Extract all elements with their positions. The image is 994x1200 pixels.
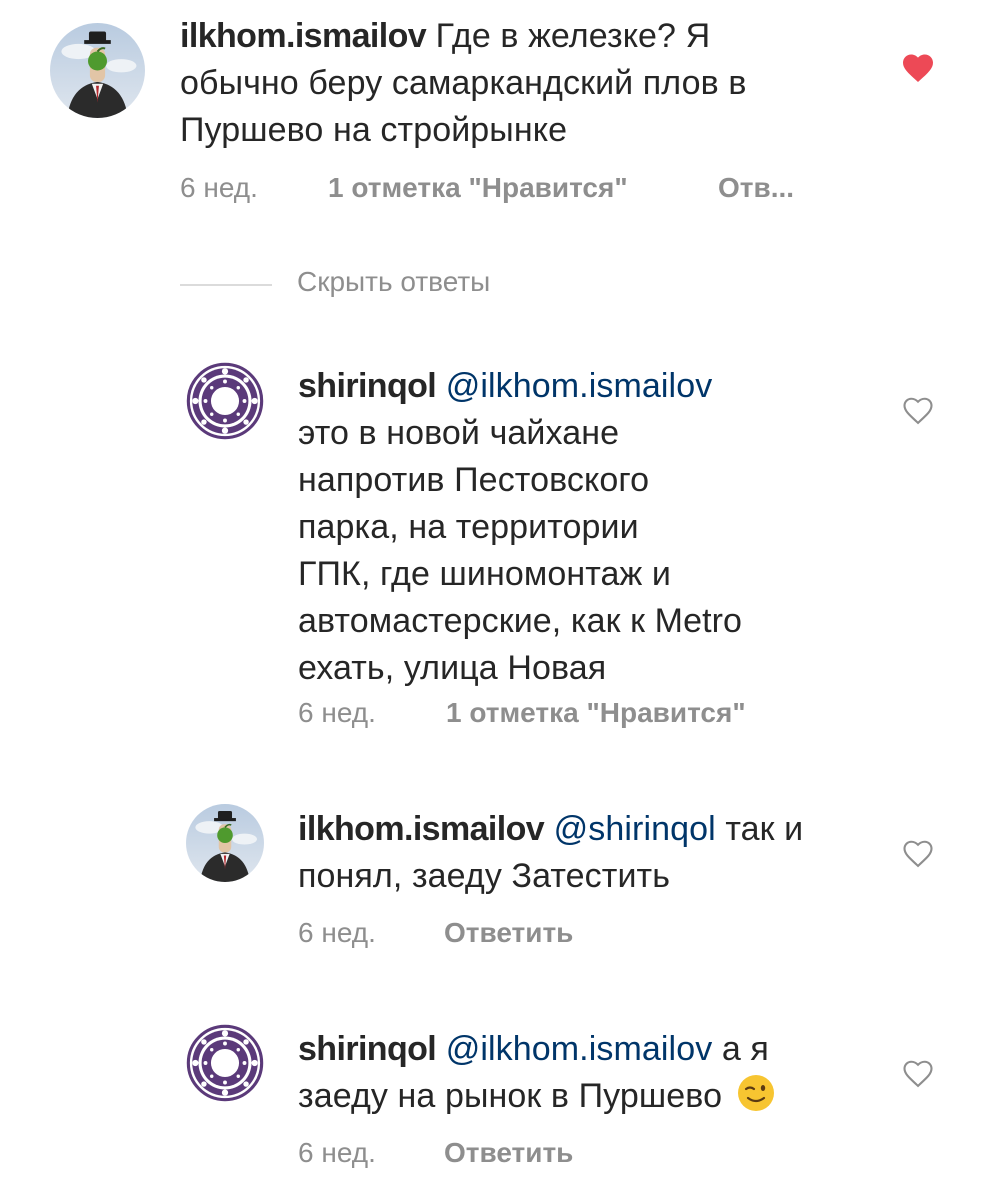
- like-heart-icon[interactable]: [900, 50, 936, 86]
- comment-text-line: автомастерские, как к Metro: [298, 602, 743, 640]
- comment-body: shirinqol @ilkhom.ismailov это в новой ч…: [298, 363, 858, 692]
- comment-meta: 6 нед. 1 отметка "Нравится": [298, 697, 898, 733]
- like-heart-outline-icon[interactable]: [900, 1055, 936, 1091]
- reply-item: ilkhom.ismailov @shirinqol так и понял, …: [0, 790, 994, 970]
- comment-timestamp: 6 нед.: [298, 697, 376, 728]
- mention-link[interactable]: @ilkhom.ismailov: [446, 1030, 713, 1068]
- comment-username[interactable]: ilkhom.ismailov: [298, 810, 545, 848]
- comment-body: ilkhom.ismailov Где в железке? Я обычно …: [180, 13, 880, 154]
- hide-replies-toggle[interactable]: Скрыть ответы: [180, 266, 680, 306]
- likes-count-link[interactable]: 1 отметка "Нравится": [446, 697, 746, 729]
- comment-text-line: понял, заеду Затестить: [298, 857, 671, 895]
- comment-text-line: Пуршево на стройрынке: [180, 111, 568, 149]
- reply-button[interactable]: Ответить: [444, 1137, 573, 1169]
- like-heart-outline-icon[interactable]: [900, 392, 936, 428]
- reply-item: shirinqol @ilkhom.ismailov а я заеду на …: [0, 1012, 994, 1200]
- comment-timestamp: 6 нед.: [180, 172, 258, 203]
- comment-text-line: обычно беру самаркандский плов в: [180, 64, 747, 102]
- ornament-avatar-icon: [186, 362, 264, 440]
- comment-meta: 6 нед. Ответить: [298, 1137, 898, 1173]
- comment-username[interactable]: shirinqol: [298, 367, 437, 405]
- comment-text-line: парка, на территории: [298, 508, 639, 546]
- comment-text-line: так и: [725, 810, 804, 848]
- avatar[interactable]: [186, 1024, 264, 1102]
- comment-username[interactable]: ilkhom.ismailov: [180, 17, 427, 55]
- comment-body: shirinqol @ilkhom.ismailov а я заеду на …: [298, 1026, 878, 1120]
- like-heart-outline-icon[interactable]: [900, 835, 936, 871]
- comment-text-line: ехать, улица Новая: [298, 649, 607, 687]
- ornament-avatar-icon: [186, 1024, 264, 1102]
- hide-replies-label[interactable]: Скрыть ответы: [297, 266, 490, 298]
- divider: [180, 284, 272, 286]
- comment-text-line: а я: [721, 1030, 769, 1068]
- comment-body: ilkhom.ismailov @shirinqol так и понял, …: [298, 806, 878, 900]
- comment-text-line: напротив Пестовского: [298, 461, 650, 499]
- avatar[interactable]: [50, 23, 145, 118]
- comment-timestamp: 6 нед.: [298, 917, 376, 948]
- comment-timestamp: 6 нед.: [298, 1137, 376, 1168]
- likes-count-link[interactable]: 1 отметка "Нравится": [328, 172, 628, 204]
- comment-username[interactable]: shirinqol: [298, 1030, 437, 1068]
- mention-link[interactable]: @ilkhom.ismailov: [446, 367, 713, 405]
- comment-meta: 6 нед. Ответить: [298, 917, 898, 953]
- reply-item: shirinqol @ilkhom.ismailov это в новой ч…: [0, 350, 994, 750]
- avatar[interactable]: [186, 804, 264, 882]
- comment-meta: 6 нед. 1 отметка "Нравится" Отв...: [180, 172, 880, 208]
- comment-text-line: Где в железке? Я: [435, 17, 711, 55]
- comment-text-line: это в новой чайхане: [298, 414, 620, 452]
- man-apple-avatar-icon: [186, 804, 264, 882]
- mention-link[interactable]: @shirinqol: [554, 810, 716, 848]
- avatar[interactable]: [186, 362, 264, 440]
- winking-face-icon: [736, 1073, 776, 1113]
- comment-text-line: заеду на рынок в Пуршево: [298, 1077, 723, 1115]
- reply-button[interactable]: Отв...: [718, 172, 794, 204]
- man-apple-avatar-icon: [50, 23, 145, 118]
- comment-item: ilkhom.ismailov Где в железке? Я обычно …: [0, 0, 994, 230]
- comment-text-line: ГПК, где шиномонтаж и: [298, 555, 672, 593]
- reply-button[interactable]: Ответить: [444, 917, 573, 949]
